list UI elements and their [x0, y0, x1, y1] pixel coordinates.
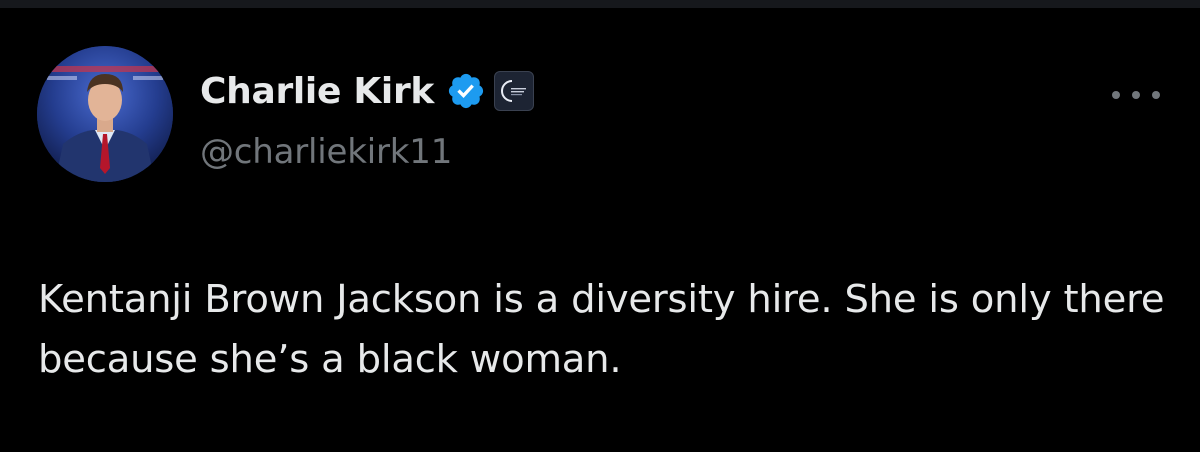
more-options-icon: [1112, 91, 1120, 99]
tweet-text: Kentanji Brown Jackson is a diversity hi…: [38, 277, 1165, 382]
avatar[interactable]: [37, 46, 173, 182]
more-options-button[interactable]: [1112, 80, 1160, 110]
author-name-row: Charlie Kirk: [200, 66, 535, 116]
avatar-photo-icon: [37, 46, 173, 182]
organization-logo-icon[interactable]: [494, 71, 535, 111]
more-options-icon: [1132, 91, 1140, 99]
author-display-name[interactable]: Charlie Kirk: [200, 71, 434, 112]
tweet-card[interactable]: Charlie Kirk @charliekirk11 Kentanji Bro…: [0, 8, 1200, 452]
more-options-icon: [1152, 91, 1160, 99]
author-handle[interactable]: @charliekirk11: [200, 132, 452, 172]
top-edge-strip: [0, 0, 1200, 8]
verified-badge-icon[interactable]: [446, 71, 486, 111]
